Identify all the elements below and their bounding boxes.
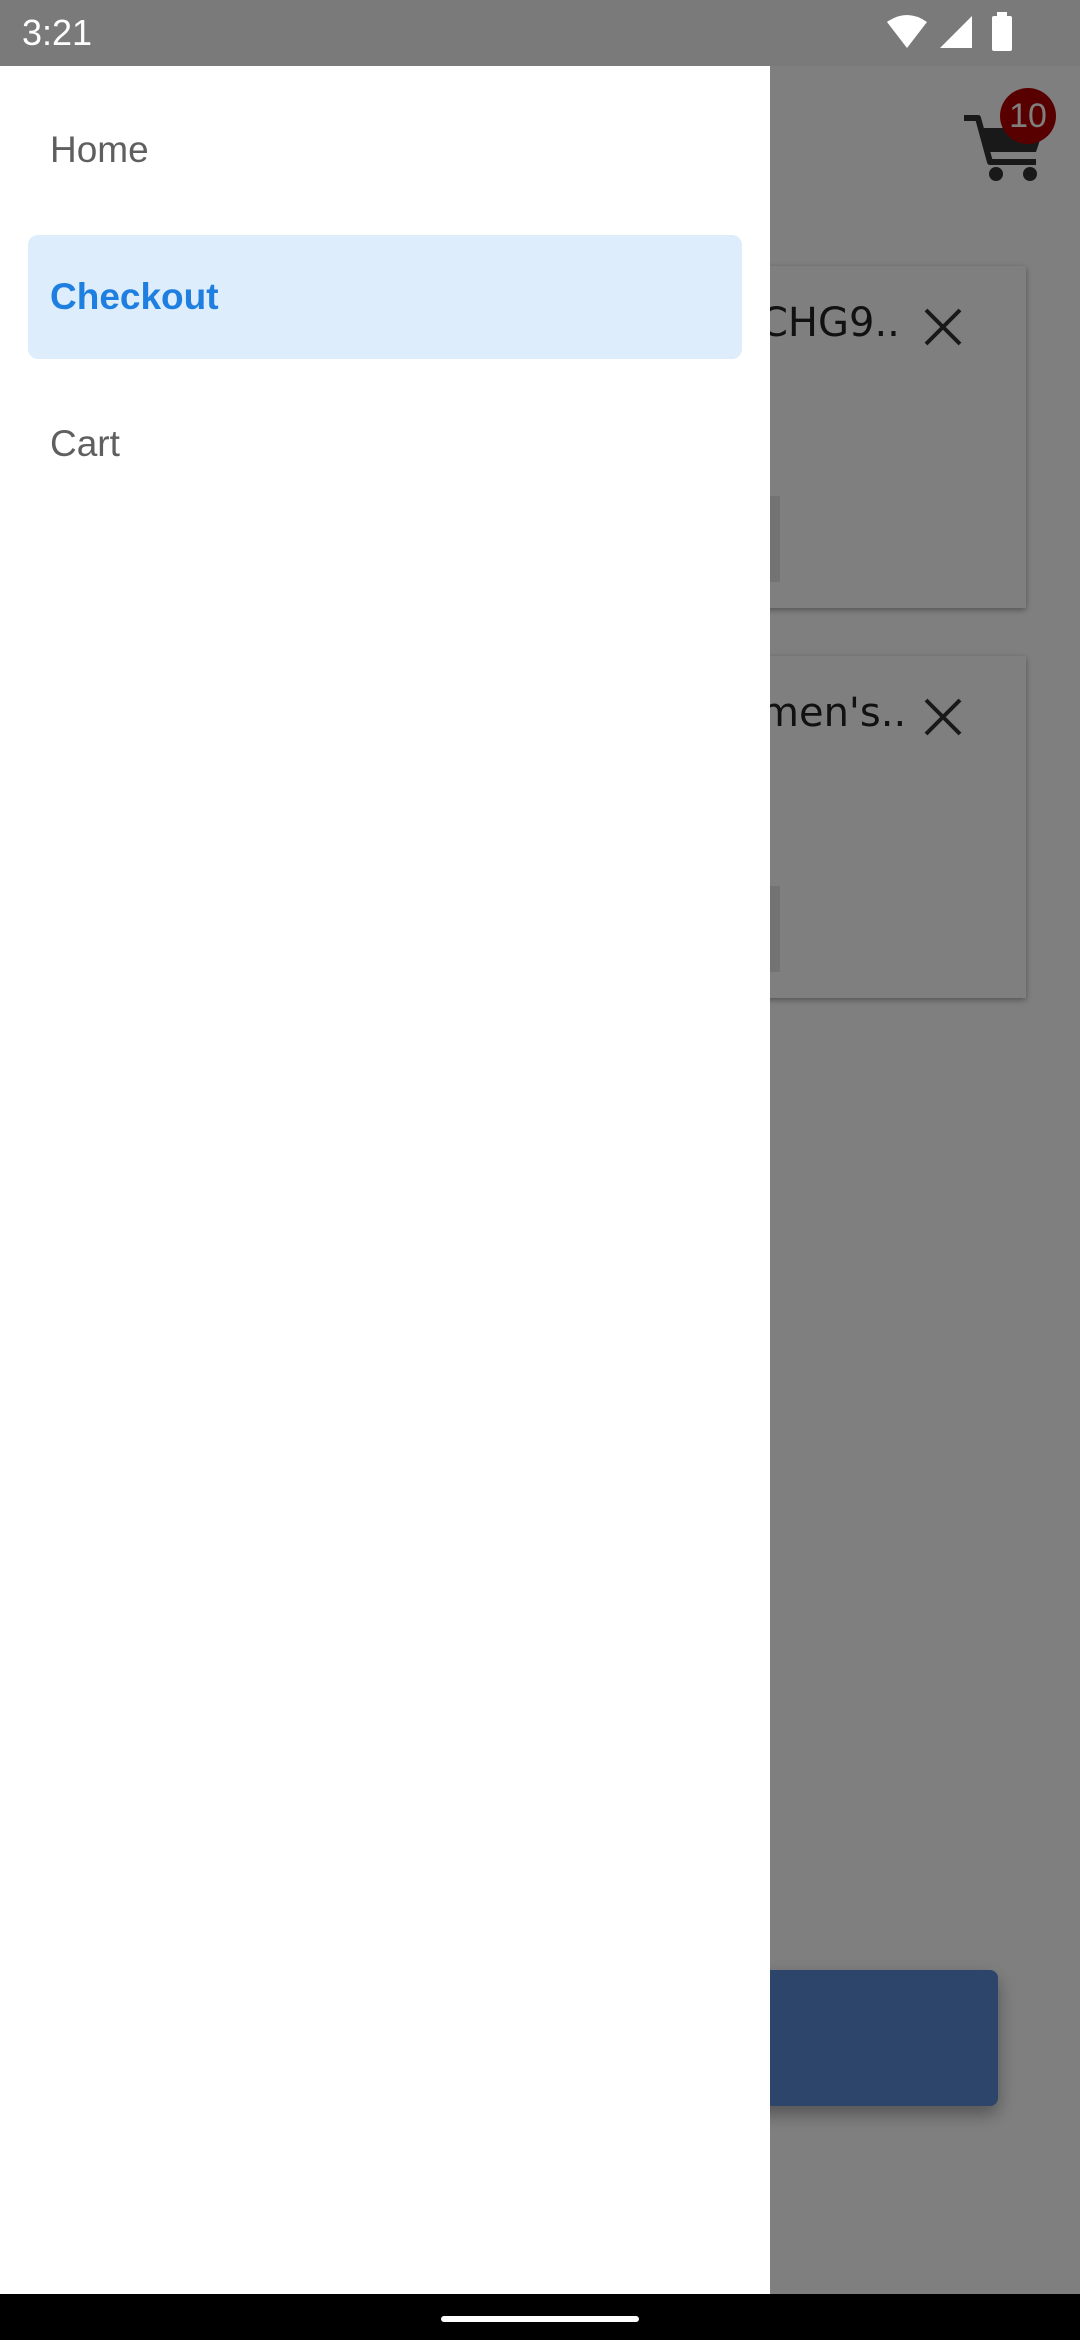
status-time: 3:21 — [22, 12, 93, 53]
navigation-drawer: Home Checkout Cart — [0, 66, 770, 2294]
drawer-item-home[interactable]: Home — [28, 88, 742, 212]
drawer-item-checkout[interactable]: Checkout — [28, 235, 742, 359]
battery-icon — [992, 12, 1012, 51]
system-navigation-bar — [0, 2294, 1080, 2340]
status-icons — [880, 0, 1080, 66]
drawer-item-label: Home — [50, 129, 149, 170]
wifi-icon — [887, 15, 927, 48]
drawer-item-label: Checkout — [50, 276, 219, 317]
drawer-item-label: Cart — [50, 423, 120, 464]
status-bar: 3:21 — [0, 0, 1080, 66]
drawer-item-cart[interactable]: Cart — [28, 382, 742, 506]
home-gesture-handle[interactable] — [441, 2316, 639, 2322]
cellular-signal-icon — [940, 16, 972, 48]
